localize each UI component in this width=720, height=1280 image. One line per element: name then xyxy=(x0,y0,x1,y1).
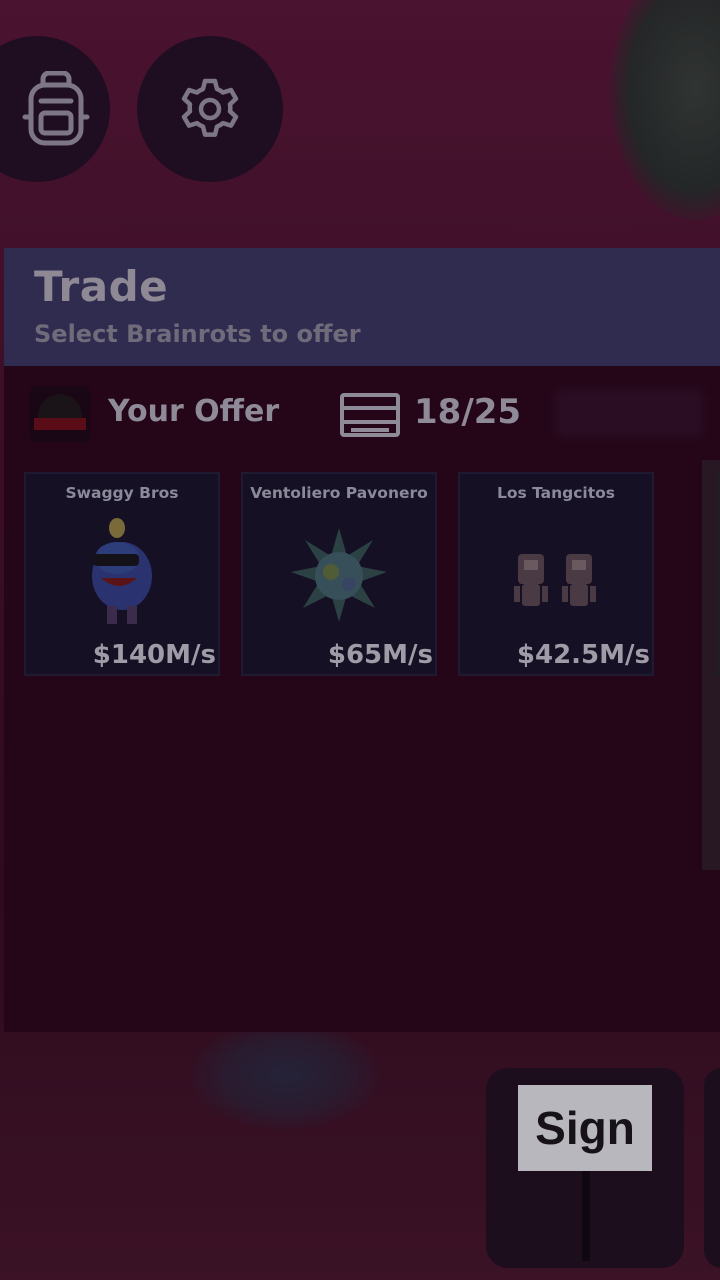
trade-panel: Trade Select Brainrots to offer Your Off… xyxy=(4,248,720,1032)
backpack-icon xyxy=(0,71,91,147)
slot-count: 18/25 xyxy=(414,392,522,432)
game-scene: Trade Select Brainrots to offer Your Off… xyxy=(0,0,720,1280)
swaggy-bros-image xyxy=(77,514,167,638)
background-object xyxy=(190,1020,380,1130)
item-rate: $65M/s xyxy=(327,640,433,670)
settings-button[interactable] xyxy=(137,36,283,182)
sign-button[interactable]: Sign xyxy=(486,1068,684,1268)
partial-button[interactable] xyxy=(704,1068,720,1268)
item-card-ventoliero-pavonero[interactable]: Ventoliero Pavonero $65M/s xyxy=(241,472,437,676)
item-rate: $140M/s xyxy=(92,640,216,670)
trade-subtitle: Select Brainrots to offer xyxy=(34,320,361,348)
sign-label: Sign xyxy=(518,1085,652,1171)
ventoliero-pavonero-image xyxy=(289,514,389,630)
trade-header: Trade Select Brainrots to offer xyxy=(4,248,720,366)
trade-title: Trade xyxy=(34,262,169,311)
gear-icon xyxy=(178,77,242,141)
avatar xyxy=(30,386,90,442)
item-name: Ventoliero Pavonero xyxy=(250,484,428,502)
sign-post xyxy=(582,1171,590,1261)
blurred-background-text xyxy=(554,388,704,438)
offer-bar: Your Offer 18/25 xyxy=(4,366,720,466)
item-name: Los Tangcitos xyxy=(496,484,616,502)
scrollbar[interactable] xyxy=(702,460,720,870)
item-name: Swaggy Bros xyxy=(65,484,179,502)
item-rate: $42.5M/s xyxy=(516,640,650,670)
your-offer-label: Your Offer xyxy=(108,394,280,429)
item-card-swaggy-bros[interactable]: Swaggy Bros $140M/s xyxy=(24,472,220,676)
offer-items-grid: Swaggy Bros $140M/s Ventoliero Pavonero … xyxy=(24,472,720,680)
item-card-los-tangcitos[interactable]: Los Tangcitos $42.5M/s xyxy=(458,472,654,676)
los-tangcitos-image xyxy=(506,514,606,630)
backpack-button[interactable] xyxy=(0,36,110,182)
inventory-slots-icon xyxy=(339,392,401,442)
background-tree xyxy=(610,0,720,220)
